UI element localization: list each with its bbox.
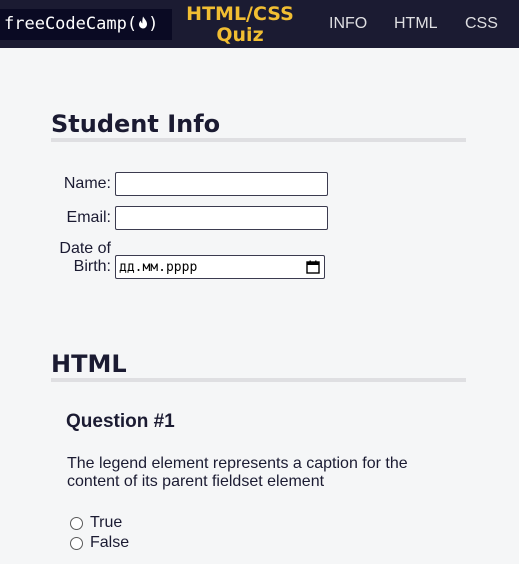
option-label-true: True: [90, 514, 123, 531]
radio-true[interactable]: [70, 517, 83, 530]
logo-text-end: ): [148, 14, 159, 34]
date-of-birth-input[interactable]: дд.мм.рррр: [115, 255, 325, 279]
name-label: Name:: [63, 175, 111, 192]
calendar-icon[interactable]: [306, 260, 320, 274]
nav-link-info[interactable]: INFO: [329, 14, 367, 34]
nav-link-html[interactable]: HTML: [394, 14, 438, 34]
option-label-false: False: [90, 534, 130, 551]
email-input[interactable]: [115, 206, 328, 230]
html-section-heading: HTML: [51, 350, 466, 382]
freecodecamp-logo[interactable]: freeCodeCamp(): [0, 9, 172, 40]
email-label: Email:: [66, 209, 111, 226]
question-title: Question #1: [66, 411, 175, 432]
fcc-flame-icon: [139, 16, 148, 28]
quiz-title: HTML/CSS Quiz: [186, 3, 294, 46]
date-placeholder: дд.мм.рррр: [119, 260, 198, 275]
logo-text: freeCodeCamp(: [4, 14, 138, 34]
question-text: The legend element represents a caption …: [67, 455, 408, 490]
student-info-heading: Student Info: [51, 110, 466, 142]
name-input[interactable]: [115, 172, 328, 196]
nav-link-css[interactable]: CSS: [465, 14, 498, 34]
top-nav-bar: freeCodeCamp() HTML/CSS Quiz INFO HTML C…: [0, 0, 519, 48]
date-of-birth-label: Date of Birth:: [59, 240, 111, 275]
radio-false[interactable]: [70, 537, 83, 550]
